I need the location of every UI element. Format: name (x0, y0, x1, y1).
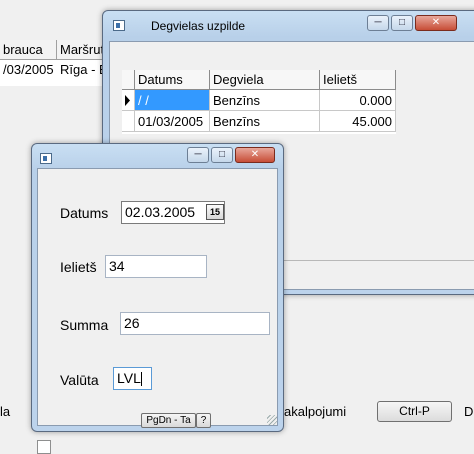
bottom-service-label: akalpojumi (284, 404, 347, 419)
maximize-button[interactable]: □ (391, 15, 413, 31)
row-indicator-2[interactable] (122, 111, 135, 132)
row-indicator[interactable] (122, 90, 135, 111)
ielietis-field[interactable]: 34 (105, 255, 207, 278)
calendar-icon: 15 (209, 207, 220, 217)
valuta-field[interactable]: LVL (113, 367, 152, 390)
minimize-button[interactable]: ─ (367, 15, 389, 31)
ielietis-value: 34 (109, 258, 125, 274)
fuel-window-title: Degvielas uzpilde (151, 19, 246, 33)
bottom-left-label: la (0, 404, 11, 419)
cell-degviela-row2[interactable]: Benzīns (210, 111, 320, 132)
cell-ielietis-row2[interactable]: 45.000 (320, 111, 396, 132)
summa-value: 26 (124, 315, 140, 331)
entry-close-button[interactable]: ✕ (235, 147, 275, 163)
fuel-grid: Datums Degviela Ielietš / / Benzīns 0.00… (122, 70, 396, 134)
entry-minimize-button[interactable]: ─ (187, 147, 209, 163)
cell-date[interactable]: /03/2005 (0, 60, 57, 80)
current-row-arrow-icon (125, 95, 130, 106)
close-button[interactable]: ✕ (415, 15, 457, 31)
cell-datums-row2[interactable]: 01/03/2005 (135, 111, 210, 132)
pgdn-button[interactable]: PgDn - Ta (141, 413, 196, 428)
datums-value: 02.03.2005 (125, 204, 196, 220)
datums-label: Datums (60, 205, 109, 221)
cell-ielietis-row1[interactable]: 0.000 (320, 90, 396, 111)
entry-window-app-icon (40, 153, 52, 164)
valuta-label: Valūta (60, 372, 99, 388)
column-header-degviela[interactable]: Degviela (210, 70, 320, 90)
cell-datums-row1[interactable]: / / (135, 90, 210, 111)
entry-maximize-button[interactable]: □ (211, 147, 233, 163)
text-cursor (140, 372, 142, 387)
calendar-button[interactable]: 15 (206, 204, 224, 220)
maximize-icon: □ (218, 149, 226, 160)
summa-label: Summa (60, 317, 109, 333)
cell-degviela-row1[interactable]: Benzīns (210, 90, 320, 111)
minimize-icon: ─ (374, 17, 382, 28)
bottom-checkbox[interactable] (37, 440, 51, 454)
entry-window: ─ □ ✕ Datums 02.03.2005 15 Ielietš 34 Su… (31, 143, 284, 432)
column-header-brauca[interactable]: brauca (0, 40, 57, 60)
bottom-right-label: D (464, 404, 474, 419)
valuta-value: LVL (117, 370, 141, 386)
close-icon: ✕ (431, 17, 441, 28)
minimize-icon: ─ (194, 149, 202, 160)
summa-field[interactable]: 26 (120, 312, 270, 335)
resize-grip-icon[interactable] (267, 415, 277, 425)
window-app-icon (113, 20, 125, 31)
row-header-corner (122, 70, 135, 90)
maximize-icon: □ (398, 17, 406, 28)
ielietis-label: Ielietš (60, 259, 97, 275)
help-button[interactable]: ? (196, 413, 211, 428)
ctrl-p-button[interactable]: Ctrl-P (377, 401, 452, 422)
column-header-datums[interactable]: Datums (135, 70, 210, 90)
close-icon: ✕ (250, 149, 260, 160)
column-header-ielietis[interactable]: Ielietš (320, 70, 396, 90)
entry-window-client: Datums 02.03.2005 15 Ielietš 34 Summa 26… (37, 168, 278, 428)
